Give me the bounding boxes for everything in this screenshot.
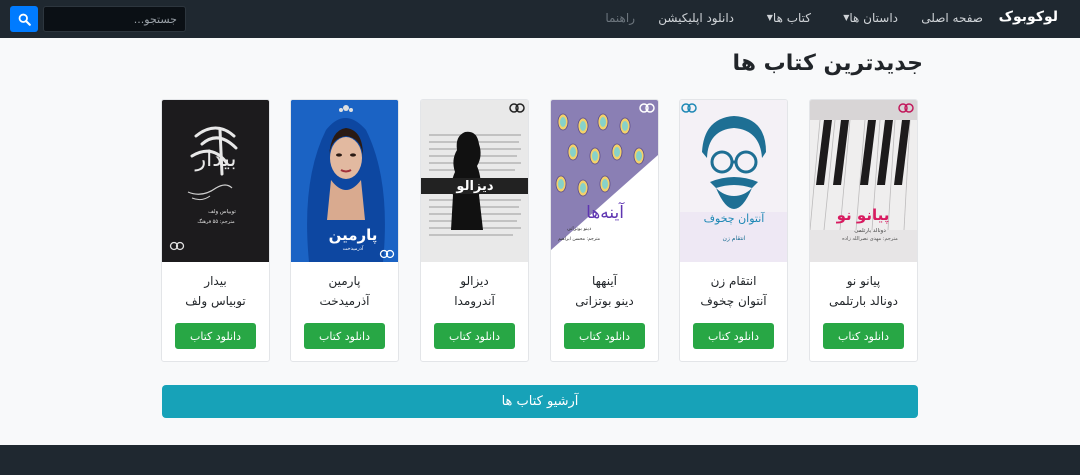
book-cover[interactable]: دیزالو: [421, 100, 528, 262]
cover-translator: مترجم: محسن ابراهیم: [558, 237, 601, 242]
nav-item-help[interactable]: راهنما: [605, 11, 635, 25]
book-cover[interactable]: آینه‌ها دینو بوتزاتی مترجم: محسن ابراهیم: [551, 100, 658, 262]
cover-title: بیدار: [194, 147, 236, 172]
book-author: آذرمیدخت: [319, 294, 370, 308]
cover-author: توبیاس ولف: [208, 209, 236, 215]
book-archive-button[interactable]: آرشیو کتاب ها: [162, 385, 918, 418]
cover-title: پارمین: [329, 226, 378, 245]
book-cover[interactable]: آنتوان چخوف انتقام زن: [680, 100, 787, 262]
book-card: آینه‌ها دینو بوتزاتی مترجم: محسن ابراهیم…: [550, 99, 659, 362]
download-book-button[interactable]: دانلود کتاب: [564, 323, 645, 349]
book-cover[interactable]: پارمین آذرمیدخت: [291, 100, 398, 262]
top-navbar: لوکوبوک صفحه اصلی داستان ها▼ کتاب ها▼ دا…: [0, 0, 1080, 38]
book-cover[interactable]: بیدار توبیاس ولف مترجم: ۵۵ فرهنگ: [162, 100, 269, 262]
download-book-button[interactable]: دانلود کتاب: [434, 323, 515, 349]
book-author: آندرومدا: [454, 294, 495, 308]
book-author: دونالد بارتلمی: [829, 294, 898, 308]
book-author: دینو بوتزاتی: [575, 294, 634, 308]
cover-subtitle: انتقام زن: [723, 235, 746, 242]
book-author: توبیاس ولف: [185, 294, 246, 308]
search-input[interactable]: [43, 6, 186, 32]
book-card: بیدار توبیاس ولف مترجم: ۵۵ فرهنگ بیدار ت…: [161, 99, 270, 362]
book-card: پیانو نو دونالد بارتلمی مترجم: مهدی نصرا…: [809, 99, 918, 362]
nav-item-books[interactable]: کتاب ها▼: [763, 11, 811, 25]
cover-author: دونالد بارتلمی: [854, 228, 886, 234]
book-author: آنتوان چخوف: [700, 294, 767, 308]
cover-title: دیزالو: [455, 179, 493, 194]
site-brand[interactable]: لوکوبوک: [999, 9, 1058, 25]
cover-translator: مترجم: مهدی نصرالله زاده: [842, 236, 898, 242]
nav-item-stories[interactable]: داستان ها▼: [839, 11, 898, 25]
cover-translator: مترجم: ۵۵ فرهنگ: [197, 218, 235, 225]
download-book-button[interactable]: دانلود کتاب: [175, 323, 256, 349]
book-cover[interactable]: پیانو نو دونالد بارتلمی مترجم: مهدی نصرا…: [810, 100, 917, 262]
book-title[interactable]: دیزالو: [421, 274, 528, 288]
nav-item-home[interactable]: صفحه اصلی: [921, 11, 983, 25]
book-title[interactable]: انتقام زن: [680, 274, 787, 288]
cover-title: آینه‌ها: [586, 201, 625, 223]
download-book-button[interactable]: دانلود کتاب: [304, 323, 385, 349]
book-title[interactable]: بیدار: [162, 274, 269, 288]
book-card: دیزالو دیزالو آندرومدا دانلود کتاب: [420, 99, 529, 362]
nav-item-stories-label: داستان ها: [849, 11, 898, 25]
download-book-button[interactable]: دانلود کتاب: [823, 323, 904, 349]
cover-author: دینو بوتزاتی: [567, 226, 591, 232]
book-title[interactable]: آینهها: [551, 274, 658, 288]
cover-title: آنتوان چخوف: [704, 211, 766, 225]
search-icon: [18, 13, 31, 26]
page-title: جدیدترین کتاب ها: [732, 51, 923, 76]
download-book-button[interactable]: دانلود کتاب: [693, 323, 774, 349]
footer: [0, 445, 1080, 475]
book-title[interactable]: پارمین: [291, 274, 398, 288]
book-title[interactable]: پیانو نو: [810, 274, 917, 288]
book-card: پارمین آذرمیدخت پارمین آذرمیدخت دانلود ک…: [290, 99, 399, 362]
cover-title: پیانو نو: [836, 206, 890, 225]
cover-author: آذرمیدخت: [343, 245, 364, 252]
nav-item-books-label: کتاب ها: [772, 11, 811, 25]
book-card: آنتوان چخوف انتقام زن انتقام زن آنتوان چ…: [679, 99, 788, 362]
nav-item-download-app[interactable]: دانلود اپلیکیشن: [658, 11, 734, 25]
search-button[interactable]: [10, 6, 38, 32]
